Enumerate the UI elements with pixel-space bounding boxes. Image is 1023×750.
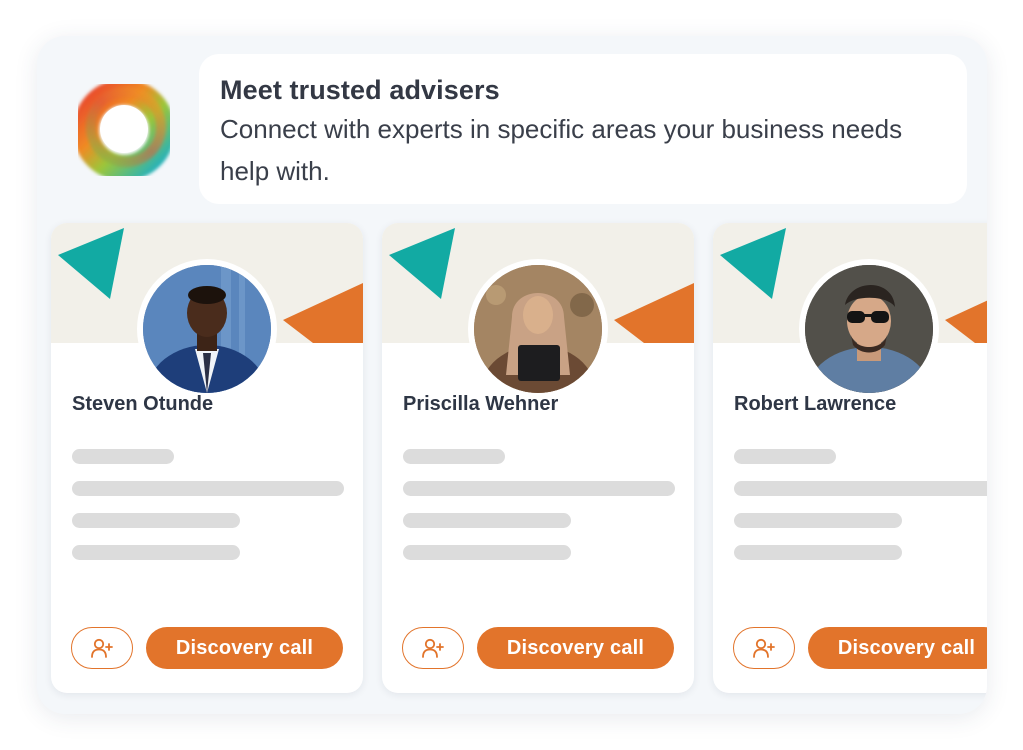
adviser-name: Priscilla Wehner — [403, 393, 559, 415]
connect-button[interactable] — [733, 627, 795, 669]
intro-bubble: Meet trusted advisers Connect with exper… — [199, 54, 967, 204]
connect-button[interactable] — [71, 627, 133, 669]
placeholder-line — [403, 449, 505, 464]
adviser-card: Robert Lawrence Discovery call — [713, 223, 987, 693]
avatar-frame — [468, 259, 608, 399]
connect-button[interactable] — [402, 627, 464, 669]
add-person-icon — [91, 638, 113, 658]
placeholder-line — [72, 481, 344, 496]
discovery-call-button[interactable]: Discovery call — [146, 627, 343, 669]
placeholder-line — [403, 545, 571, 560]
ring-logo-icon — [73, 79, 175, 181]
discovery-call-button[interactable]: Discovery call — [808, 627, 987, 669]
add-person-icon — [422, 638, 444, 658]
placeholder-line — [734, 545, 902, 560]
placeholder-line — [72, 449, 174, 464]
avatar — [143, 265, 271, 393]
avatar-frame — [799, 259, 939, 399]
placeholder-line — [403, 481, 675, 496]
adviser-card: Steven Otunde Discovery call — [51, 223, 363, 693]
placeholder-line — [72, 545, 240, 560]
discovery-call-button[interactable]: Discovery call — [477, 627, 674, 669]
advisers-panel: Meet trusted advisers Connect with exper… — [37, 36, 987, 714]
placeholder-line — [734, 513, 902, 528]
placeholder-line — [72, 513, 240, 528]
adviser-name: Steven Otunde — [72, 393, 214, 415]
page-description: Connect with experts in specific areas y… — [220, 114, 903, 186]
placeholder-line — [403, 513, 571, 528]
avatar — [474, 265, 602, 393]
avatar-frame — [137, 259, 277, 399]
page-title: Meet trusted advisers — [220, 75, 500, 105]
adviser-name: Robert Lawrence — [734, 393, 897, 415]
adviser-card: Priscilla Wehner Discovery call — [382, 223, 694, 693]
placeholder-line — [734, 481, 987, 496]
add-person-icon — [753, 638, 775, 658]
avatar — [805, 265, 933, 393]
placeholder-line — [734, 449, 836, 464]
